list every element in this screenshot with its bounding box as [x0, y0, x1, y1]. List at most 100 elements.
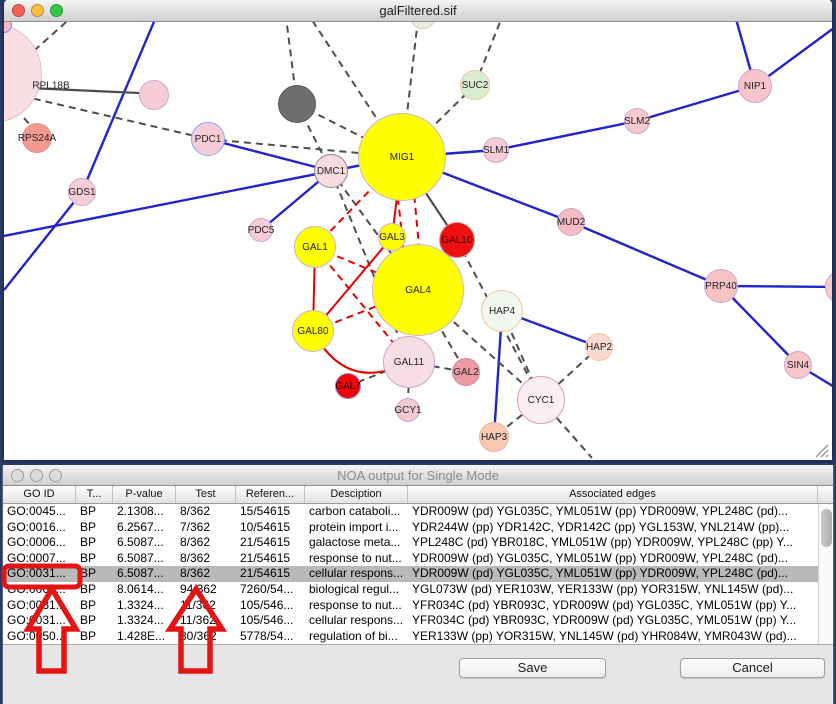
table-cell: YFR034C (pd) YBR093C, YDR009W (pd) YGL03…: [408, 598, 818, 614]
node-label: GAL10: [441, 235, 472, 246]
node-hap4[interactable]: HAP4: [481, 290, 523, 332]
table-cell: GO:0031...: [3, 598, 76, 614]
node-label: CYC1: [528, 395, 555, 406]
node-label: RPS24A: [18, 133, 56, 144]
table-cell: regulation of bi...: [305, 629, 408, 645]
table-cell: BP: [76, 520, 113, 536]
node-nip1[interactable]: NIP1: [738, 69, 772, 103]
column-header-3[interactable]: Test: [176, 486, 236, 503]
vertical-scrollbar[interactable]: [818, 504, 833, 644]
table-row[interactable]: GO:0007...BP6.5087...8/36221/54615respon…: [3, 551, 833, 567]
node-slm2[interactable]: SLM2: [624, 108, 650, 134]
node-gcy1[interactable]: GCY1: [396, 398, 420, 422]
node-gal7[interactable]: GAL7: [335, 373, 361, 399]
graph-edge: [637, 86, 755, 121]
node-label: PRP40: [705, 281, 737, 292]
node-label-big-left: RPL18B: [32, 81, 69, 92]
table-row[interactable]: GO:0031...BP6.5087...8/36221/54615cellul…: [3, 566, 833, 582]
column-header-5[interactable]: Desciption: [305, 486, 408, 503]
table-row[interactable]: GO:0045...BP2.1308...8/36215/54615carbon…: [3, 504, 833, 520]
column-header-1[interactable]: T...: [76, 486, 113, 503]
table-cell: GO:0031...: [3, 613, 76, 629]
node-label: GAL1: [302, 242, 328, 253]
node-mig1[interactable]: MIG1: [358, 113, 446, 201]
node-label: HAP3: [481, 432, 507, 443]
node-pdc1[interactable]: PDC1: [191, 122, 225, 156]
table-row[interactable]: GO:0031...BP1.3324...11/362105/546...res…: [3, 598, 833, 614]
node-cyc1[interactable]: CYC1: [517, 376, 565, 424]
table-cell: YDR009W (pd) YGL035C, YML051W (pp) YDR00…: [408, 551, 818, 567]
node-label: SIN4: [787, 360, 809, 371]
node-label: SLM1: [483, 145, 509, 156]
graph-edge: [4, 192, 82, 290]
table-cell: GO:0007...: [3, 551, 76, 567]
table-cell: 8/362: [176, 504, 236, 520]
column-header-0[interactable]: GO ID: [3, 486, 76, 503]
table-cell: 6.5087...: [113, 535, 176, 551]
column-header-2[interactable]: P-value: [113, 486, 176, 503]
node-label: PDC5: [248, 225, 275, 236]
graph-edge: [496, 121, 637, 150]
table-cell: 1.3324...: [113, 598, 176, 614]
node-rps24a[interactable]: RPS24A: [22, 123, 52, 153]
column-header-6[interactable]: Associated edges: [408, 486, 818, 503]
table-cell: response to nut...: [305, 551, 408, 567]
node-label: GAL2: [453, 367, 479, 378]
table-cell: 11/362: [176, 613, 236, 629]
table-cell: GO:0031...: [3, 566, 76, 582]
node-gal80[interactable]: GAL80: [292, 310, 334, 352]
node-mud2[interactable]: MUD2: [557, 208, 585, 236]
noa-output-window: NOA output for Single Mode GO IDT...P-va…: [2, 465, 834, 704]
table-cell: galactose meta...: [305, 535, 408, 551]
edge-layer: [4, 22, 832, 459]
table-row[interactable]: GO:0016...BP6.2567...7/36210/54615protei…: [3, 520, 833, 536]
column-header-4[interactable]: Referen...: [236, 486, 305, 503]
node-gal4[interactable]: GAL4: [372, 244, 464, 336]
table-cell: 11/362: [176, 598, 236, 614]
node-suc2[interactable]: SUC2: [460, 70, 490, 100]
table-row[interactable]: GO:0065...BP8.0614...94/3627260/54...bio…: [3, 582, 833, 598]
table-cell: GO:0050...: [3, 629, 76, 645]
node-label: NIP1: [744, 81, 766, 92]
table-cell: YDR009W (pd) YGL035C, YML051W (pp) YDR00…: [408, 566, 818, 582]
node-pdc5[interactable]: PDC5: [249, 218, 273, 242]
node-dmc1[interactable]: DMC1: [314, 154, 348, 188]
node-gal1[interactable]: GAL1: [294, 226, 336, 268]
network-canvas[interactable]: RPL18B RPS24A GDS1 PDC1 PDC5 DMC1 MIG1 SUC2 SLM1…: [4, 22, 832, 459]
node-rpl18b-dot[interactable]: [139, 80, 169, 110]
node-slm1[interactable]: SLM1: [483, 137, 509, 163]
table-row[interactable]: GO:0050...BP1.428E...80/3625778/54...reg…: [3, 629, 833, 645]
network-titlebar[interactable]: galFiltered.sif: [4, 0, 832, 22]
node-sin4[interactable]: SIN4: [784, 351, 812, 379]
table-cell: 21/54615: [236, 551, 305, 567]
window-title: NOA output for Single Mode: [3, 468, 833, 483]
node-gds1[interactable]: GDS1: [68, 178, 96, 206]
table-cell: 105/546...: [236, 598, 305, 614]
window-title: galFiltered.sif: [4, 3, 832, 18]
cancel-button[interactable]: Cancel: [680, 658, 825, 678]
node-gal11[interactable]: GAL11: [383, 336, 435, 388]
table-cell: 8/362: [176, 535, 236, 551]
scrollbar-thumb[interactable]: [821, 509, 832, 547]
table-cell: cellular respons...: [305, 613, 408, 629]
table-cell: 6.2567...: [113, 520, 176, 536]
node-prp40[interactable]: PRP40: [704, 269, 738, 303]
node-hap2[interactable]: HAP2: [585, 333, 613, 361]
table-row[interactable]: GO:0031...BP1.3324...11/362105/546...cel…: [3, 613, 833, 629]
noa-titlebar[interactable]: NOA output for Single Mode: [3, 465, 833, 486]
table-row[interactable]: GO:0006...BP6.5087...8/36221/54615galact…: [3, 535, 833, 551]
table-cell: 6.5087...: [113, 551, 176, 567]
table-header: GO IDT...P-valueTestReferen...Desciption…: [3, 486, 833, 504]
table-cell: 7/362: [176, 520, 236, 536]
table-cell: BP: [76, 566, 113, 582]
node-label: HAP4: [489, 306, 515, 317]
node-label: PDC1: [195, 134, 222, 145]
table-cell: 105/546...: [236, 613, 305, 629]
save-button[interactable]: Save: [459, 658, 606, 678]
node-hap3[interactable]: HAP3: [479, 422, 509, 452]
table-cell: 1.3324...: [113, 613, 176, 629]
node-gal2[interactable]: GAL2: [452, 358, 480, 386]
node-gray-node[interactable]: [278, 85, 316, 123]
resize-grip-icon[interactable]: [812, 442, 830, 458]
table-cell: 8.0614...: [113, 582, 176, 598]
